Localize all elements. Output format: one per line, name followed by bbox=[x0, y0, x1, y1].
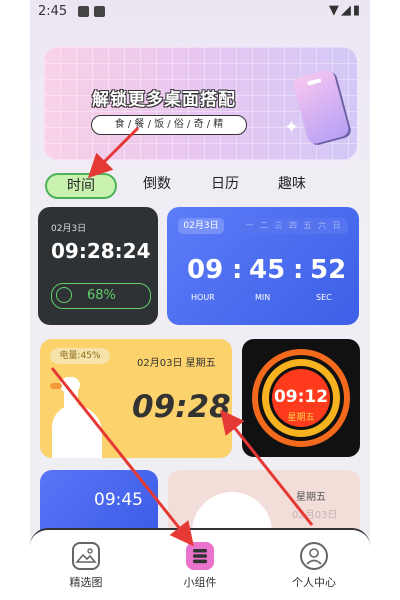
status-time: 2:45 bbox=[38, 4, 68, 19]
widget-date: 02月3日 bbox=[178, 218, 224, 234]
banner-title: 解锁更多桌面搭配 bbox=[92, 90, 236, 110]
widget-ring-clock[interactable]: 02/03 09:12 星期五 bbox=[242, 339, 360, 457]
weekday-strip: 一 二 三 四 五 六 日 bbox=[240, 218, 348, 234]
sec-label: SEC bbox=[316, 293, 332, 302]
system-icons: ▼◢▮ bbox=[328, 3, 362, 18]
widgets-icon bbox=[186, 542, 214, 570]
image-icon bbox=[72, 542, 100, 570]
minute-value: 45 bbox=[249, 255, 286, 285]
nav-item-profile[interactable]: 个人中心 bbox=[274, 542, 354, 590]
nav-label: 精选图 bbox=[69, 576, 103, 589]
notification-icon bbox=[78, 6, 89, 17]
tab-calendar[interactable]: 日历 bbox=[205, 173, 245, 195]
status-bar: 2:45 ▼◢▮ bbox=[30, 0, 370, 24]
battery-icon bbox=[56, 287, 72, 303]
second-value: 52 bbox=[310, 255, 347, 285]
widget-date: 02/03 bbox=[288, 373, 314, 383]
bottom-nav: 精选图 小组件 个人中心 bbox=[30, 528, 370, 600]
nav-item-gallery[interactable]: 精选图 bbox=[46, 542, 126, 590]
widget-time: 09:12 bbox=[273, 387, 329, 407]
widget-time: 09:28:24 bbox=[51, 239, 151, 263]
widget-time: 09:45 bbox=[94, 490, 143, 510]
widget-date: 02月3日 bbox=[51, 224, 87, 234]
nav-label: 个人中心 bbox=[292, 576, 336, 589]
widget-time: 09:28 bbox=[132, 389, 231, 425]
tab-fun[interactable]: 趣味 bbox=[272, 173, 312, 195]
goose-illustration bbox=[52, 405, 102, 458]
tab-countdown[interactable]: 倒数 bbox=[137, 173, 177, 195]
widget-blue-clock[interactable]: 02月3日 一 二 三 四 五 六 日 09 : 45 : 52 HOUR MI… bbox=[167, 207, 359, 325]
separator: : bbox=[293, 255, 304, 285]
min-label: MIN bbox=[255, 293, 271, 302]
separator: : bbox=[232, 255, 243, 285]
hour-value: 09 bbox=[187, 255, 224, 285]
phone-screen: 2:45 ▼◢▮ 解锁更多桌面搭配 食 / 餐 / 饭 / 俗 / 奇 / 精 … bbox=[30, 0, 370, 600]
widget-date: 02月03日 星期五 bbox=[137, 358, 216, 369]
widget-goose-clock[interactable]: 电量:45% 02月03日 星期五 09:28 bbox=[40, 339, 232, 458]
tab-time[interactable]: 时间 bbox=[45, 173, 117, 199]
nav-item-widgets[interactable]: 小组件 bbox=[160, 542, 240, 590]
notification-icon bbox=[94, 6, 105, 17]
nav-label: 小组件 bbox=[183, 576, 217, 589]
widget-dark-clock[interactable]: 02月3日 09:28:24 68% bbox=[38, 207, 158, 325]
profile-icon bbox=[300, 542, 328, 570]
sparkle-icon: ✦ bbox=[284, 117, 300, 138]
widget-weekday: 星期五 bbox=[287, 413, 315, 423]
widget-weekday: 星期五 bbox=[296, 492, 326, 503]
hour-label: HOUR bbox=[191, 293, 215, 302]
battery-indicator: 68% bbox=[51, 283, 151, 309]
widget-date: 02月03日 bbox=[292, 510, 338, 521]
banner-subtitle: 食 / 餐 / 饭 / 俗 / 奇 / 精 bbox=[91, 115, 247, 135]
battery-value: 68% bbox=[87, 288, 116, 303]
battery-badge: 电量:45% bbox=[50, 348, 110, 364]
promo-banner[interactable]: 解锁更多桌面搭配 食 / 餐 / 饭 / 俗 / 奇 / 精 ✦ bbox=[43, 46, 358, 161]
